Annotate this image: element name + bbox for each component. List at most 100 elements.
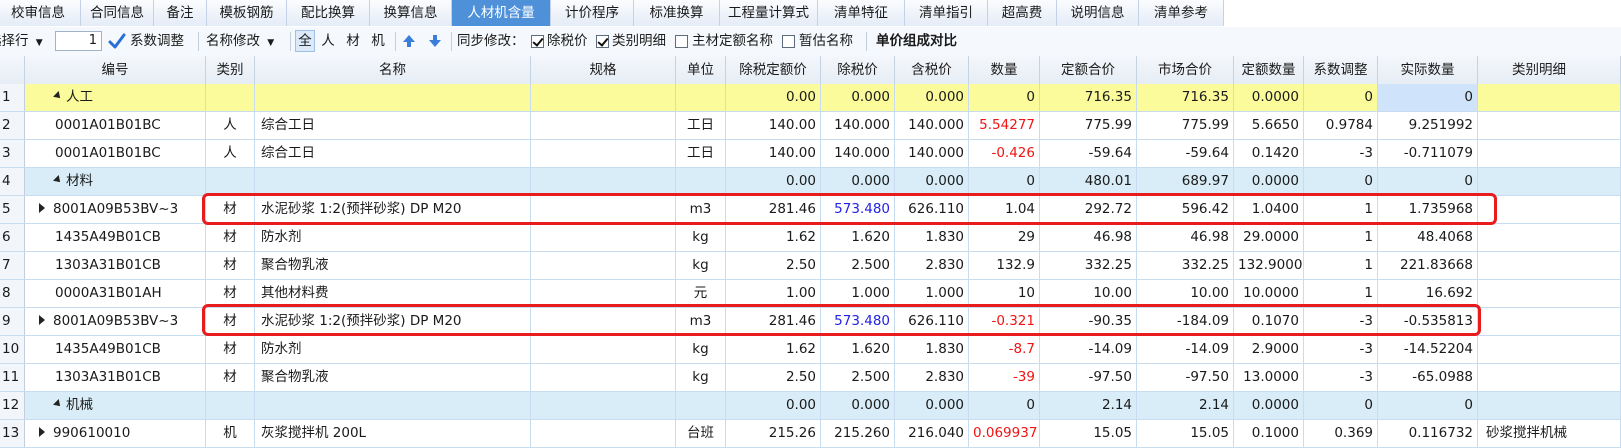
item-code[interactable]: 8001A09B53BV~3	[25, 196, 206, 223]
rename-dropdown[interactable]: 名称修改 ▼	[206, 27, 274, 56]
cell-base[interactable]: 0.00	[726, 392, 821, 419]
cell-tax[interactable]: 0.000	[895, 168, 969, 195]
cell-qty[interactable]: 1.04	[969, 196, 1040, 223]
cell-spec[interactable]	[531, 140, 676, 167]
price-header[interactable]: 除税价	[821, 56, 895, 84]
cell-market-total[interactable]: 775.99	[1137, 112, 1234, 139]
tab-item[interactable]: 标准换算	[634, 0, 720, 26]
table-row[interactable]: 3 0001A01B01BC 人综合工日 工日 140.00 140.000 140.000…	[0, 140, 1621, 168]
cell-price[interactable]: 1.000	[821, 280, 895, 307]
cell-actual[interactable]: -65.0988	[1378, 364, 1478, 391]
category-header[interactable]: 类别	[206, 56, 255, 84]
tab-item[interactable]: 模板钢筋	[207, 0, 287, 26]
cell-base[interactable]: 140.00	[726, 140, 821, 167]
unit-header[interactable]: 单位	[676, 56, 726, 84]
cell-market-total[interactable]: 10.00	[1137, 280, 1234, 307]
cell-price[interactable]: 140.000	[821, 140, 895, 167]
table-row[interactable]: 7 1303A31B01CB 材聚合物乳液 kg 2.50 2.500 2.830 132.9…	[0, 252, 1621, 280]
cell-price[interactable]: 573.480	[821, 308, 895, 335]
cell-quota-qty[interactable]: 0.1000	[1234, 420, 1304, 447]
table-row[interactable]: 13 990610010 机灰浆搅拌机 200L 台班 215.26 215.260 216…	[0, 420, 1621, 448]
tab-item[interactable]: 清单指引	[905, 0, 988, 26]
cell-cat[interactable]: 材	[206, 308, 255, 335]
table-row[interactable]: 5 8001A09B53BV~3 材水泥砂浆 1:2(预拌砂浆) DP M20 m3 2…	[0, 196, 1621, 224]
filter-machine-button[interactable]: 机	[368, 30, 388, 52]
cell-spec[interactable]	[531, 196, 676, 223]
cell-name[interactable]: 其他材料费	[255, 280, 531, 307]
item-code[interactable]: 0000A31B01AH	[25, 280, 206, 307]
tab-item[interactable]: 说明信息	[1057, 0, 1139, 26]
cell-detail[interactable]	[1478, 84, 1621, 111]
cell-quota-qty[interactable]: 2.9000	[1234, 336, 1304, 363]
cell-actual[interactable]: 0	[1378, 392, 1478, 419]
move-up-icon[interactable]	[402, 34, 416, 48]
coef-header[interactable]: 系数调整	[1304, 56, 1378, 84]
cell-unit[interactable]	[676, 392, 726, 419]
cell-price[interactable]: 140.000	[821, 112, 895, 139]
cell-spec[interactable]	[531, 364, 676, 391]
price-compare-button[interactable]: 单价组成对比	[876, 27, 957, 56]
coef-adjust-button[interactable]: 系数调整	[130, 27, 184, 56]
expand-icon[interactable]	[39, 203, 45, 213]
cell-price[interactable]: 2.500	[821, 252, 895, 279]
cell-tax[interactable]: 140.000	[895, 112, 969, 139]
cell-cat[interactable]: 材	[206, 224, 255, 251]
cell-detail[interactable]	[1478, 252, 1621, 279]
cell-actual[interactable]: 1.735968	[1378, 196, 1478, 223]
cell-cat[interactable]: 材	[206, 336, 255, 363]
cell-cat[interactable]: 人	[206, 140, 255, 167]
cell-detail[interactable]	[1478, 224, 1621, 251]
tax-price-header[interactable]: 含税价	[895, 56, 969, 84]
cell-base[interactable]: 0.00	[726, 168, 821, 195]
tab-item[interactable]: 备注	[154, 0, 207, 26]
code-header[interactable]: 编号	[25, 56, 206, 84]
checkmark-icon[interactable]	[108, 33, 126, 50]
cell-spec[interactable]	[531, 392, 676, 419]
category-detail-checkbox[interactable]	[596, 35, 609, 48]
cell-price[interactable]: 0.000	[821, 392, 895, 419]
group-label[interactable]: 材料	[25, 168, 206, 195]
cell-qty[interactable]: 10	[969, 280, 1040, 307]
base-price-header[interactable]: 除税定额价	[726, 56, 821, 84]
cell-market-total[interactable]: -97.50	[1137, 364, 1234, 391]
cell-cat[interactable]: 材	[206, 196, 255, 223]
cell-coef[interactable]: 1	[1304, 196, 1378, 223]
cell-tax[interactable]: 216.040	[895, 420, 969, 447]
cell-coef[interactable]: -3	[1304, 308, 1378, 335]
cell-market-total[interactable]: 689.97	[1137, 168, 1234, 195]
table-row[interactable]: 6 1435A49B01CB 材防水剂 kg 1.62 1.620 1.830 29 46.98…	[0, 224, 1621, 252]
cell-name[interactable]: 灰浆搅拌机 200L	[255, 420, 531, 447]
cell-unit[interactable]: kg	[676, 364, 726, 391]
cell-quota-total[interactable]: 2.14	[1040, 392, 1137, 419]
cell-cat[interactable]	[206, 168, 255, 195]
cell-unit[interactable]: kg	[676, 252, 726, 279]
cell-qty[interactable]: -0.321	[969, 308, 1040, 335]
cell-quota-total[interactable]: -14.09	[1040, 336, 1137, 363]
cell-detail[interactable]: 砂浆搅拌机械	[1478, 420, 1621, 447]
cell-market-total[interactable]: 596.42	[1137, 196, 1234, 223]
cell-market-total[interactable]: 716.35	[1137, 84, 1234, 111]
cell-coef[interactable]: 1	[1304, 280, 1378, 307]
cell-actual[interactable]: -14.52204	[1378, 336, 1478, 363]
cell-quota-total[interactable]: -97.50	[1040, 364, 1137, 391]
cell-qty[interactable]: 0	[969, 84, 1040, 111]
cell-detail[interactable]	[1478, 308, 1621, 335]
cell-coef[interactable]: 1	[1304, 252, 1378, 279]
cell-base[interactable]: 1.00	[726, 280, 821, 307]
cell-base[interactable]: 281.46	[726, 196, 821, 223]
cell-unit[interactable]: 工日	[676, 112, 726, 139]
cell-cat[interactable]: 材	[206, 280, 255, 307]
cell-actual[interactable]: 9.251992	[1378, 112, 1478, 139]
cell-market-total[interactable]: -184.09	[1137, 308, 1234, 335]
cell-quota-qty[interactable]: 1.0400	[1234, 196, 1304, 223]
cell-detail[interactable]	[1478, 140, 1621, 167]
cell-qty[interactable]: 132.9	[969, 252, 1040, 279]
cell-cat[interactable]	[206, 392, 255, 419]
cell-qty[interactable]: -0.426	[969, 140, 1040, 167]
main-material-name-checkbox[interactable]	[675, 35, 688, 48]
cell-tax[interactable]: 140.000	[895, 140, 969, 167]
cell-quota-total[interactable]: 716.35	[1040, 84, 1137, 111]
cell-unit[interactable]: kg	[676, 336, 726, 363]
cell-quota-total[interactable]: -90.35	[1040, 308, 1137, 335]
move-down-icon[interactable]	[428, 34, 442, 48]
